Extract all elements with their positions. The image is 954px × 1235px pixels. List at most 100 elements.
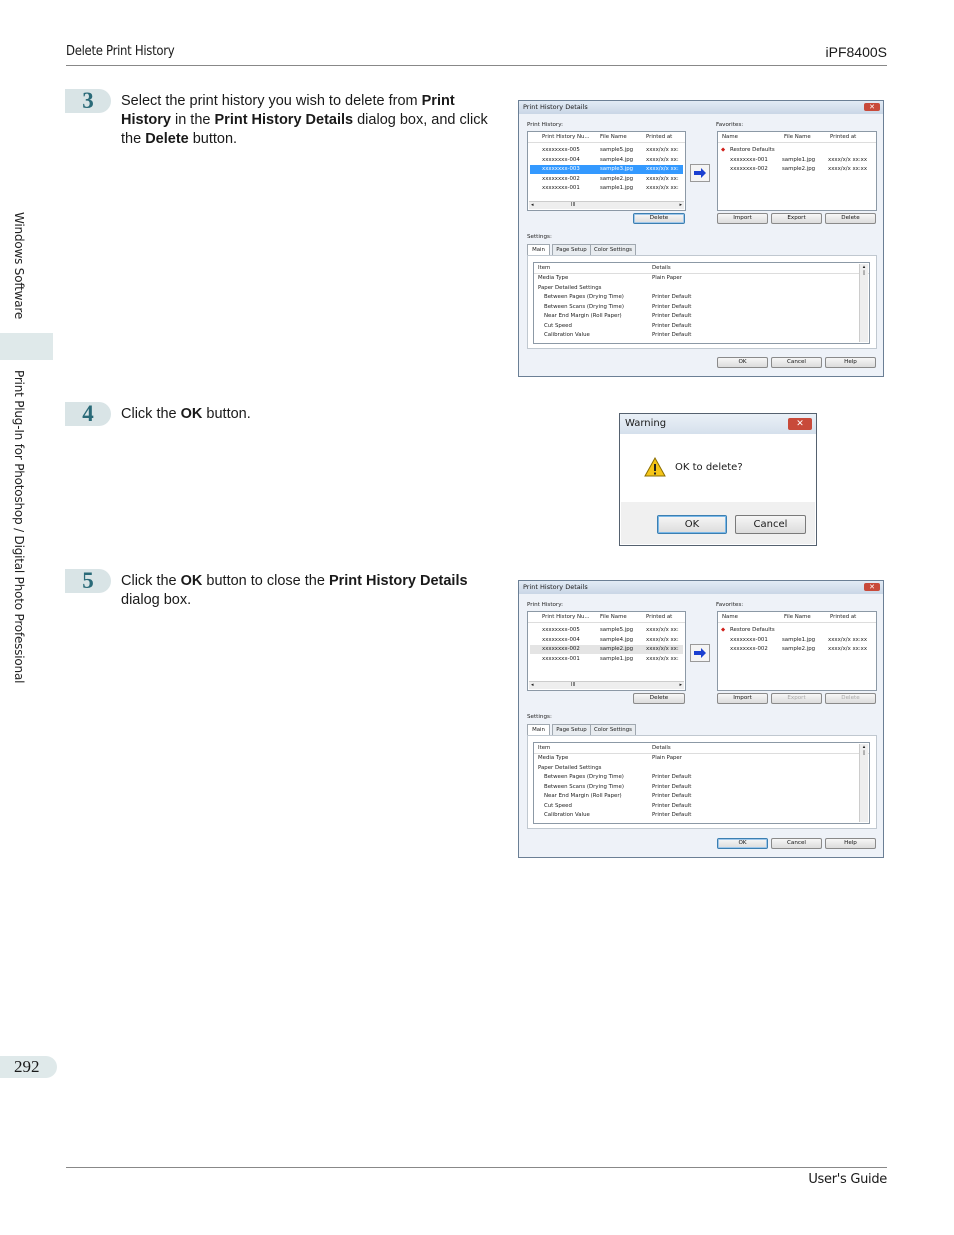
delete-favorite-button[interactable]: Delete: [825, 213, 876, 224]
side-label-bottom: Print Plug-In for Photoshop / Digital Ph…: [12, 370, 26, 684]
favorites-label: Favorites:: [716, 122, 744, 128]
settings-row: Calibration Value Printer Default: [544, 812, 692, 818]
settings-label: Settings:: [527, 714, 552, 720]
history-row[interactable]: xxxxxxxx-001 sample1.jpg xxxx/x/x xx:: [530, 184, 683, 193]
settings-row: Near End Margin (Roll Paper) Printer Defa…: [544, 793, 692, 799]
step-4-text: Click the OK button.: [121, 406, 251, 422]
cancel-button[interactable]: Cancel: [735, 515, 806, 534]
print-history-list[interactable]: Print History Nu... File Name Printed at x…: [527, 131, 686, 211]
cancel-button[interactable]: Cancel: [771, 838, 822, 849]
history-row[interactable]: xxxxxxxx-004 sample4.jpg xxxx/x/x xx:: [530, 156, 683, 165]
import-button[interactable]: Import: [717, 213, 768, 224]
history-row[interactable]: xxxxxxxx-005 sample5.jpg xxxx/x/x xx:: [530, 626, 683, 635]
delete-favorite-button[interactable]: Delete: [825, 693, 876, 704]
favorites-list[interactable]: Name File Name Printed at ◆ Restore Default…: [717, 131, 877, 211]
page-number: 292: [14, 1057, 40, 1076]
settings-row: Calibration Value Printer Default: [544, 332, 692, 338]
settings-row: Between Scans (Drying Time) Printer Defau…: [544, 783, 692, 790]
history-row[interactable]: xxxxxxxx-002 sample2.jpg xxxx/x/x xx:: [530, 175, 683, 184]
favorites-row[interactable]: xxxxxxxx-001 sample1.jpg xxxx/x/x xx:xx: [720, 636, 874, 645]
step-3-number: 3: [82, 88, 94, 113]
footer-text: User's Guide: [808, 1172, 887, 1187]
delete-history-button[interactable]: Delete: [633, 213, 685, 224]
close-icon[interactable]: ✕: [864, 103, 880, 111]
running-header-section: Delete Print History: [66, 44, 175, 59]
step-3-text: Select the print history you wish to del…: [121, 93, 488, 147]
import-button[interactable]: Import: [717, 693, 768, 704]
page-number-tab: 292: [0, 1056, 57, 1078]
running-header-model: iPF8400S: [825, 44, 887, 60]
settings-panel: Item Details Media Type Plain Paper Paper …: [527, 735, 877, 829]
print-history-label: Print History:: [527, 122, 564, 128]
add-to-favorites-button[interactable]: [690, 644, 710, 662]
print-history-dialog-step5: Print History Details ✕ Print History: F…: [518, 580, 884, 858]
step-3-badge: 3: [65, 88, 111, 113]
print-history-list[interactable]: Print History Nu... File Name Printed at x…: [527, 611, 686, 691]
export-button[interactable]: Export: [771, 693, 822, 704]
export-button[interactable]: Export: [771, 213, 822, 224]
header-rule: [66, 65, 887, 66]
history-row-selected[interactable]: xxxxxxxx-003 sample3.jpg xxxx/x/x xx:: [530, 165, 683, 174]
ok-button[interactable]: OK: [717, 838, 768, 849]
side-tab-marker: [0, 333, 53, 360]
favorites-row[interactable]: ◆ Restore Defaults: [720, 626, 874, 635]
history-row[interactable]: xxxxxxxx-001 sample1.jpg xxxx/x/x xx:: [530, 655, 683, 664]
settings-row: Cut Speed Printer Default: [544, 322, 692, 329]
favorites-row[interactable]: xxxxxxxx-002 sample2.jpg xxxx/x/x xx:xx: [720, 165, 874, 174]
history-row[interactable]: xxxxxxxx-002 sample2.jpg xxxx/x/x xx:: [530, 645, 683, 654]
settings-panel: Item Details Media Type Plain Paper Paper …: [527, 255, 877, 349]
settings-row: Near End Margin (Roll Paper) Printer Defa…: [544, 313, 692, 319]
ok-button[interactable]: OK: [657, 515, 727, 534]
step-5-text: Click the OK button to close the Print H…: [121, 573, 468, 608]
step-4-number: 4: [82, 401, 94, 426]
restore-icon: ◆: [721, 627, 726, 633]
favorites-list[interactable]: Name File Name Printed at ◆ Restore Default…: [717, 611, 877, 691]
add-to-favorites-button[interactable]: [690, 164, 710, 182]
horizontal-scrollbar[interactable]: ◂ III ▸: [529, 201, 684, 209]
side-label-top: Windows Software: [12, 212, 26, 320]
settings-row: Between Pages (Drying Time) Printer Defau…: [544, 294, 692, 300]
step-5-badge: 5: [65, 568, 111, 593]
history-header: Print History Nu... File Name Printed at: [528, 132, 685, 143]
warning-icon: [644, 457, 666, 477]
favorites-row[interactable]: ◆ Restore Defaults: [720, 146, 874, 155]
dialog-title: Print History Details: [519, 581, 883, 594]
settings-list[interactable]: Item Details Media Type Plain Paper Paper …: [533, 262, 870, 344]
settings-row: Cut Speed Printer Default: [544, 802, 692, 809]
arrow-right-icon: [694, 648, 706, 658]
close-icon[interactable]: ✕: [864, 583, 880, 591]
settings-row: Paper Detailed Settings: [538, 764, 602, 771]
settings-row: Paper Detailed Settings: [538, 284, 602, 291]
footer-rule: [66, 1167, 887, 1168]
help-button[interactable]: Help: [825, 357, 876, 368]
settings-row: Between Pages (Drying Time) Printer Defau…: [544, 774, 692, 780]
step-5-number: 5: [82, 568, 94, 593]
settings-label: Settings:: [527, 234, 552, 240]
print-history-label: Print History:: [527, 602, 564, 608]
settings-row: Media Type Plain Paper: [538, 275, 682, 281]
settings-row: Between Scans (Drying Time) Printer Defau…: [544, 303, 692, 310]
print-history-dialog-step3: Print History Details ✕ Print History: F…: [518, 100, 884, 377]
warning-title: Warning: [620, 414, 816, 434]
horizontal-scrollbar[interactable]: ◂ III ▸: [529, 681, 684, 689]
favorites-label: Favorites:: [716, 602, 744, 608]
delete-history-button[interactable]: Delete: [633, 693, 685, 704]
vertical-scrollbar[interactable]: ▴ ▯: [859, 744, 868, 822]
warning-dialog: Warning ✕ OK to delete? OK Cancel: [619, 413, 817, 546]
settings-list[interactable]: Item Details Media Type Plain Paper Paper …: [533, 742, 870, 824]
settings-row: Media Type Plain Paper: [538, 755, 682, 761]
close-icon[interactable]: ✕: [788, 418, 812, 430]
arrow-right-icon: [694, 168, 706, 178]
help-button[interactable]: Help: [825, 838, 876, 849]
ok-button[interactable]: OK: [717, 357, 768, 368]
warning-message: OK to delete?: [675, 462, 743, 473]
history-row[interactable]: xxxxxxxx-004 sample4.jpg xxxx/x/x xx:: [530, 636, 683, 645]
favorites-row[interactable]: xxxxxxxx-001 sample1.jpg xxxx/x/x xx:xx: [720, 156, 874, 165]
vertical-scrollbar[interactable]: ▴ ▯: [859, 264, 868, 342]
dialog-title: Print History Details: [519, 101, 883, 114]
history-row[interactable]: xxxxxxxx-005 sample5.jpg xxxx/x/x xx:: [530, 146, 683, 155]
step-4-badge: 4: [65, 401, 111, 426]
restore-icon: ◆: [721, 147, 726, 153]
cancel-button[interactable]: Cancel: [771, 357, 822, 368]
favorites-row[interactable]: xxxxxxxx-002 sample2.jpg xxxx/x/x xx:xx: [720, 645, 874, 654]
